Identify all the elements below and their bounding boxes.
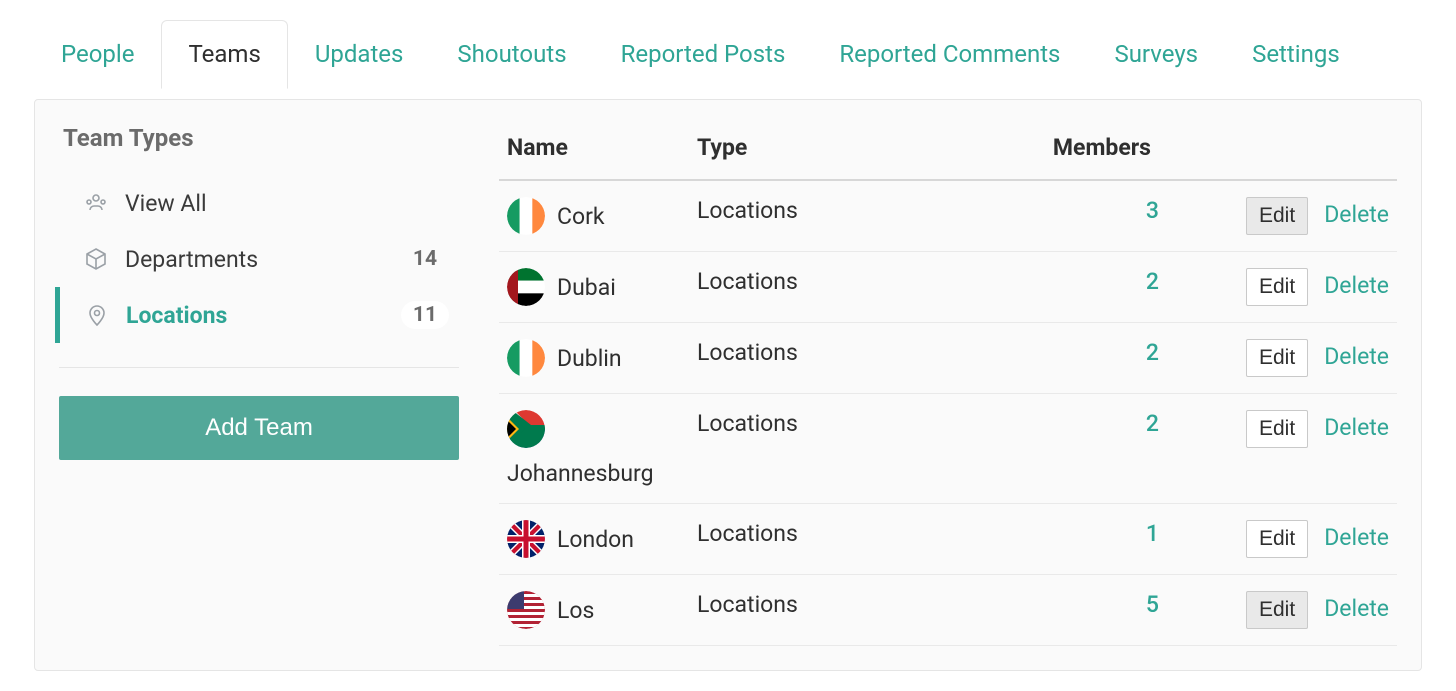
edit-button[interactable]: Edit [1246,591,1308,629]
table-row: Cork Locations 3 Edit Delete [499,180,1397,252]
edit-button[interactable]: Edit [1246,410,1308,448]
delete-link[interactable]: Delete [1324,201,1389,228]
teams-table: Name Type Members Cork Locations 3 Edit Dele… [499,124,1397,646]
edit-button[interactable]: Edit [1246,268,1308,306]
table-row: Dubai Locations 2 Edit Delete [499,252,1397,323]
members-count-link[interactable]: 2 [1146,268,1159,295]
sidebar-item-departments[interactable]: Departments 14 [55,231,459,287]
team-type: Locations [689,575,997,646]
teams-table-wrap: Name Type Members Cork Locations 3 Edit Dele… [499,124,1397,646]
ireland-flag-icon [507,339,545,377]
table-row: London Locations 1 Edit Delete [499,504,1397,575]
members-count-link[interactable]: 1 [1146,520,1159,547]
tab-updates[interactable]: Updates [288,20,431,89]
uae-flag-icon [507,268,545,306]
tab-bar: PeopleTeamsUpdatesShoutoutsReported Post… [34,20,1422,89]
team-type: Locations [689,323,997,394]
delete-link[interactable]: Delete [1324,343,1389,370]
divider [59,367,459,368]
team-name: Los [557,597,594,624]
team-name: Dublin [557,345,622,372]
team-type: Locations [689,504,997,575]
sidebar-item-locations[interactable]: Locations 11 [55,287,459,343]
tab-people[interactable]: People [34,20,161,89]
table-row: Dublin Locations 2 Edit Delete [499,323,1397,394]
col-actions [1167,124,1397,180]
uk-flag-icon [507,520,545,558]
sidebar-item-label: Locations [126,302,401,329]
tab-reported-comments[interactable]: Reported Comments [812,20,1087,89]
tab-teams[interactable]: Teams [161,20,287,89]
delete-link[interactable]: Delete [1324,414,1389,441]
members-count-link[interactable]: 5 [1146,591,1159,618]
col-name: Name [499,124,689,180]
team-name: Dubai [557,274,616,301]
members-count-link[interactable]: 2 [1146,339,1159,366]
sidebar-item-view-all[interactable]: View All [55,176,459,231]
members-count-link[interactable]: 2 [1146,410,1159,437]
delete-link[interactable]: Delete [1324,595,1389,622]
table-row: Johannesburg Locations 2 Edit Delete [499,394,1397,504]
edit-button[interactable]: Edit [1246,197,1308,235]
add-team-button[interactable]: Add Team [59,396,459,460]
table-row: Los Locations 5 Edit Delete [499,575,1397,646]
delete-link[interactable]: Delete [1324,272,1389,299]
team-type: Locations [689,394,997,504]
sidebar-title: Team Types [59,124,459,152]
tab-reported-posts[interactable]: Reported Posts [594,20,813,89]
grid-icon [83,191,109,217]
cube-icon [83,246,109,272]
team-name: Cork [557,203,605,230]
usa-flag-icon [507,591,545,629]
count-badge: 11 [401,301,449,329]
ireland-flag-icon [507,197,545,235]
members-count-link[interactable]: 3 [1146,197,1159,224]
team-name: Johannesburg [507,460,681,487]
south-africa-flag-icon [507,410,545,448]
edit-button[interactable]: Edit [1246,520,1308,558]
delete-link[interactable]: Delete [1324,524,1389,551]
col-members: Members [997,124,1167,180]
count-badge: 14 [401,245,449,273]
tab-settings[interactable]: Settings [1225,20,1367,89]
location-pin-icon [84,302,110,328]
teams-panel: Team Types View All Departments 14 [34,99,1422,671]
edit-button[interactable]: Edit [1246,339,1308,377]
team-type: Locations [689,252,997,323]
team-type: Locations [689,180,997,252]
sidebar: Team Types View All Departments 14 [59,124,459,646]
col-type: Type [689,124,997,180]
sidebar-item-label: Departments [125,246,401,273]
sidebar-item-label: View All [125,190,449,217]
team-name: London [557,526,634,553]
tab-shoutouts[interactable]: Shoutouts [430,20,593,89]
tab-surveys[interactable]: Surveys [1087,20,1225,89]
